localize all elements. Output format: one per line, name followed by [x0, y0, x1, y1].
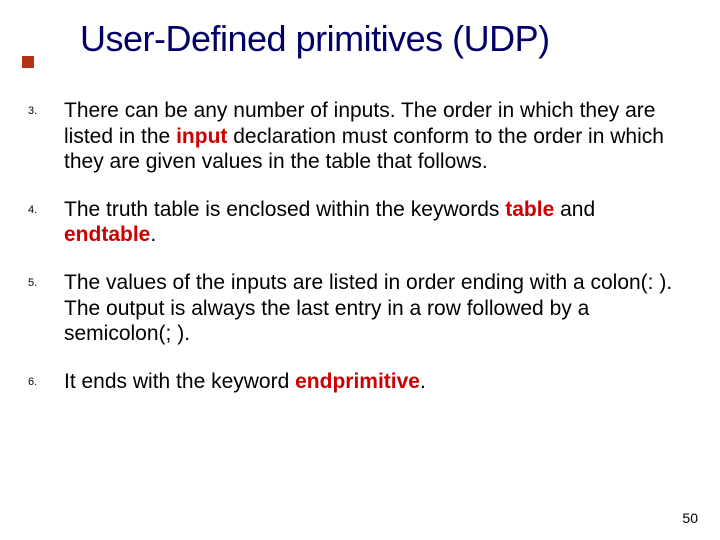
list-body: There can be any number of inputs. The o… — [64, 98, 684, 175]
list-body: The truth table is enclosed within the k… — [64, 197, 684, 248]
list-item: 4. The truth table is enclosed within th… — [28, 197, 684, 248]
text: and — [554, 198, 595, 221]
list-body: It ends with the keyword endprimitive. — [64, 369, 684, 395]
keyword: input — [176, 125, 227, 148]
title-accent-square — [22, 56, 34, 68]
slide: User-Defined primitives (UDP) 3. There c… — [0, 0, 720, 540]
list-item: 6. It ends with the keyword endprimitive… — [28, 369, 684, 395]
keyword: endprimitive — [295, 370, 420, 393]
keyword: endtable — [64, 223, 150, 246]
slide-title: User-Defined primitives (UDP) — [80, 18, 690, 60]
text: . — [420, 370, 426, 393]
page-number: 50 — [682, 510, 698, 526]
list-number: 4. — [28, 197, 64, 248]
text: . — [150, 223, 156, 246]
list-number: 6. — [28, 369, 64, 395]
list-body: The values of the inputs are listed in o… — [64, 270, 684, 347]
list-number: 5. — [28, 270, 64, 347]
numbered-list: 3. There can be any number of inputs. Th… — [28, 98, 684, 416]
keyword: table — [505, 198, 554, 221]
text: The truth table is enclosed within the k… — [64, 198, 505, 221]
list-item: 3. There can be any number of inputs. Th… — [28, 98, 684, 175]
list-number: 3. — [28, 98, 64, 175]
text: It ends with the keyword — [64, 370, 295, 393]
text: The values of the inputs are listed in o… — [64, 271, 672, 345]
list-item: 5. The values of the inputs are listed i… — [28, 270, 684, 347]
